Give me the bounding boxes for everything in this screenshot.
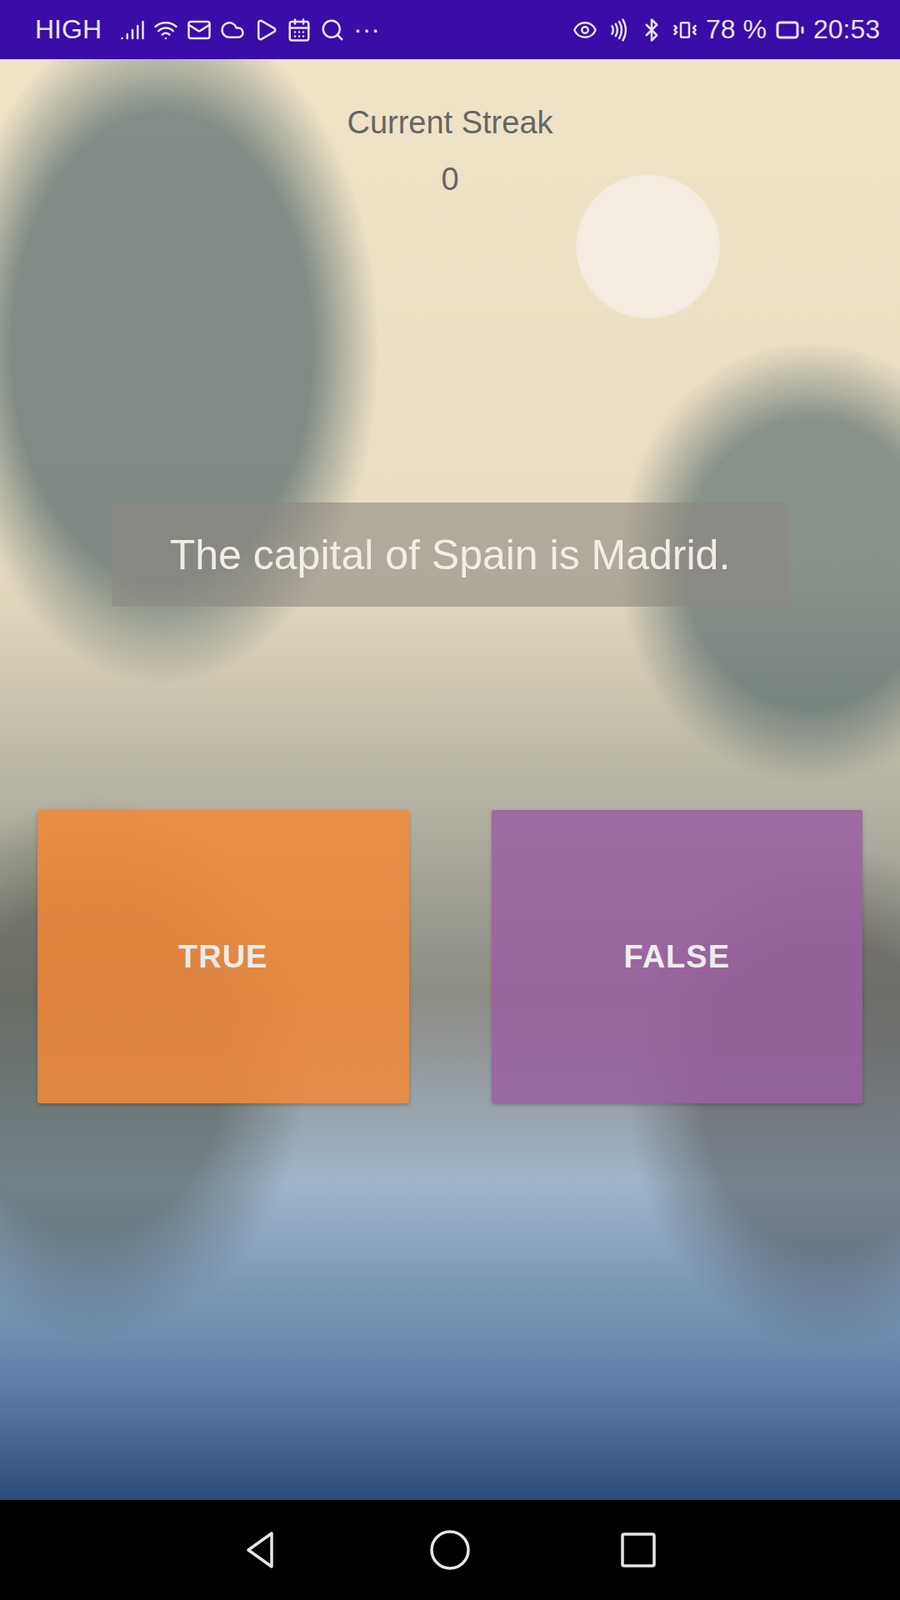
vibrate-icon [672, 17, 698, 43]
mail-icon [186, 17, 212, 43]
cloud-icon [220, 17, 245, 43]
answer-button[interactable]: FALSE [491, 810, 864, 1104]
bluetooth-icon [639, 17, 665, 43]
question-text: The capital of Spain is Madrid. [170, 530, 731, 580]
nfc-icon [605, 17, 631, 43]
back-icon[interactable] [238, 1526, 285, 1574]
clock: 20:53 [813, 14, 880, 45]
search-icon [320, 17, 345, 43]
streak-label: Current Streak [0, 102, 900, 143]
wifi-icon [153, 17, 179, 43]
quiz-background: Current Streak 0 The capital of Spain is M… [0, 59, 900, 1500]
signal-icon [120, 17, 145, 43]
question-box: The capital of Spain is Madrid. [111, 502, 789, 607]
more-notifications: ··· [353, 14, 380, 45]
recents-icon[interactable] [615, 1526, 662, 1574]
battery-level: 78 % [705, 14, 767, 45]
signal-label: HIGH [35, 14, 102, 45]
answer-button[interactable]: TRUE [37, 810, 410, 1104]
status-right: 78 % 20:53 [572, 14, 880, 45]
status-left: HIGH ··· [35, 14, 380, 45]
answer-row: TRUE FALSE [0, 810, 900, 1104]
streak-value: 0 [0, 159, 900, 200]
calendar-icon [286, 17, 312, 43]
screen: HIGH ··· 78 % 20:53 Current Streak 0 The capit… [0, 0, 900, 1600]
navigation-bar [0, 1500, 900, 1600]
video-icon [253, 17, 279, 43]
battery-icon [775, 15, 805, 45]
eye-icon [572, 17, 598, 43]
home-icon[interactable] [426, 1526, 474, 1574]
status-bar: HIGH ··· 78 % 20:53 [0, 0, 900, 60]
